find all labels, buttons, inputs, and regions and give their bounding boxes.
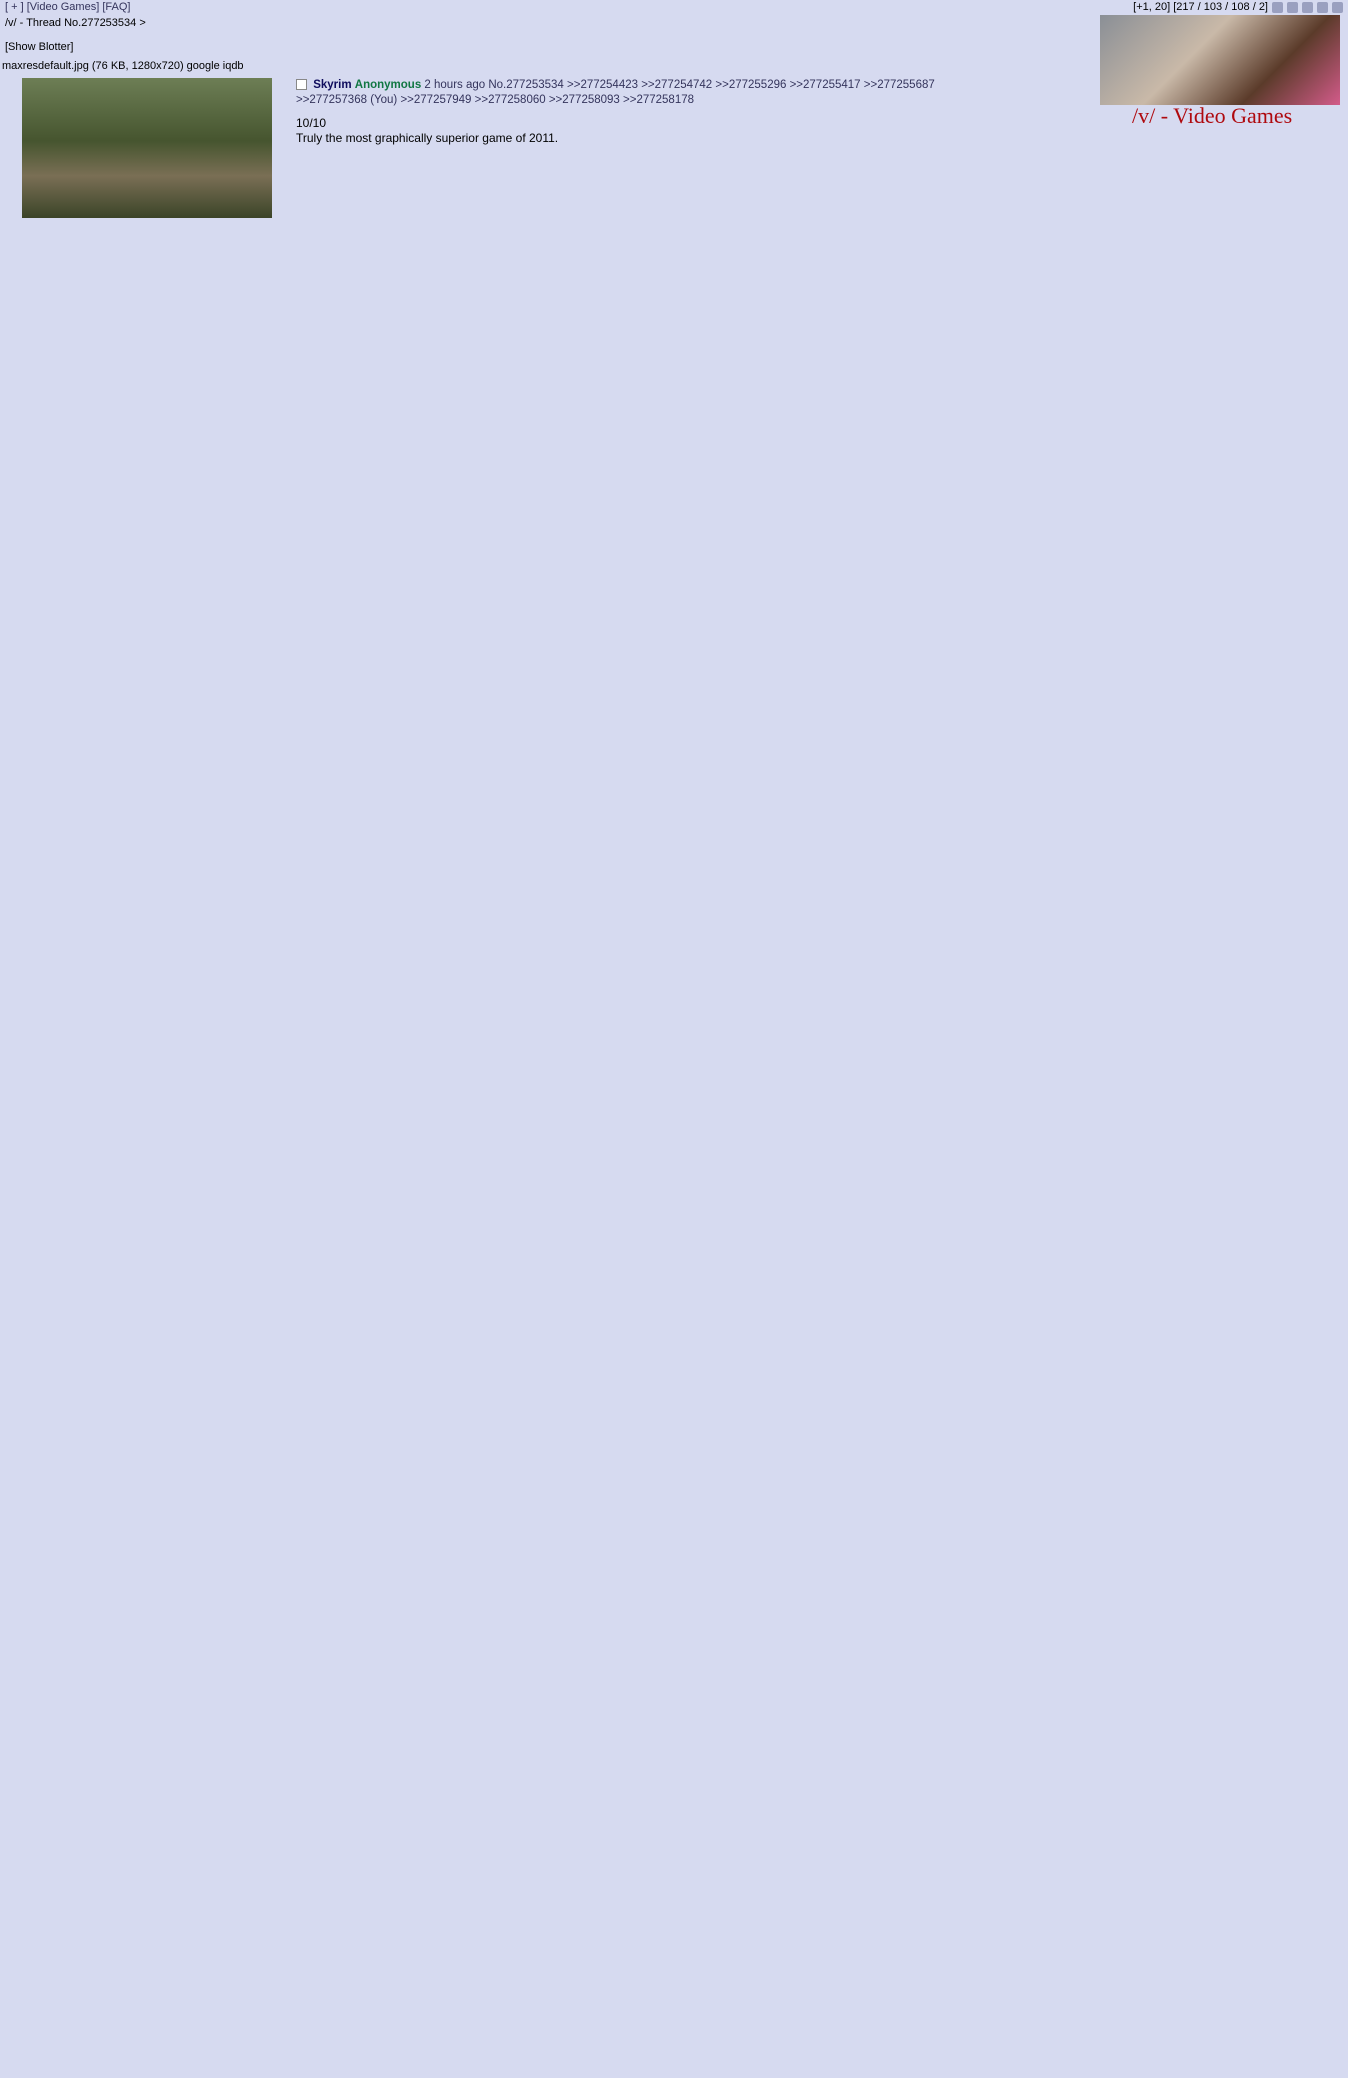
banner-image[interactable] bbox=[1100, 15, 1340, 105]
breadcrumb[interactable]: /v/ - Thread No.277253534 > bbox=[5, 17, 146, 29]
op-meta[interactable]: 2 hours ago No.277253534 >>277254423 >>2… bbox=[424, 79, 934, 91]
op-thumbnail[interactable] bbox=[22, 78, 272, 218]
op-line: 10/10 bbox=[296, 116, 327, 130]
board-nav-links[interactable]: [ + ] [Video Games] [FAQ] bbox=[5, 1, 130, 13]
top-nav-bar: [ + ] [Video Games] [FAQ] [+1, 20] [217 … bbox=[0, 0, 1348, 16]
board-title: /v/ - Video Games bbox=[1132, 103, 1293, 128]
op-subject: Skyrim bbox=[313, 79, 352, 91]
grid-icon[interactable] bbox=[1287, 1, 1298, 13]
op-line: Truly the most graphically superior game… bbox=[296, 131, 559, 145]
show-blotter-link[interactable]: [Show Blotter] bbox=[5, 41, 73, 53]
stats-text: [+1, 20] [217 / 103 / 108 / 2] bbox=[1133, 1, 1268, 13]
op-file-info[interactable]: maxresdefault.jpg (76 KB, 1280x720) goog… bbox=[2, 60, 244, 72]
settings-icon[interactable] bbox=[1317, 1, 1328, 13]
board-banner: /v/ - Video Games bbox=[1100, 15, 1340, 128]
op-header: Skyrim Anonymous 2 hours ago No.27725353… bbox=[296, 79, 1096, 91]
op-body: 10/10 Truly the most graphically superio… bbox=[296, 116, 558, 146]
eye-icon[interactable] bbox=[1302, 1, 1313, 13]
op-checkbox[interactable] bbox=[296, 79, 307, 91]
op-name: Anonymous bbox=[354, 79, 422, 91]
image-icon[interactable] bbox=[1332, 1, 1343, 13]
op-meta-2[interactable]: >>277257368 (You) >>277257949 >>27725806… bbox=[296, 94, 694, 106]
top-right-controls: [+1, 20] [217 / 103 / 108 / 2] bbox=[1133, 1, 1343, 13]
back-icon[interactable] bbox=[1272, 1, 1283, 13]
